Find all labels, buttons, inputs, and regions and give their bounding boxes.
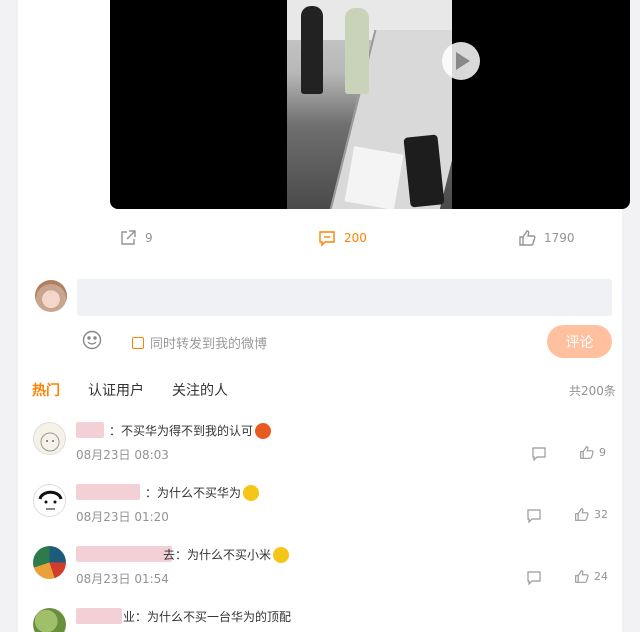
submit-comment-button[interactable]: 评论 — [547, 325, 612, 358]
avatar[interactable] — [33, 608, 66, 632]
thumbs-up-icon — [575, 570, 589, 583]
thumbs-up-icon — [575, 508, 589, 521]
tab-hot[interactable]: 热门 — [32, 380, 60, 400]
laughing-emoji-icon — [243, 484, 260, 501]
sketch-face-icon — [38, 490, 63, 510]
username-redacted[interactable] — [76, 546, 172, 562]
forward-checkbox[interactable] — [132, 336, 144, 349]
thumbs-up-icon — [519, 230, 536, 246]
like-count: 1790 — [544, 231, 575, 245]
comment-like-count: 24 — [594, 570, 608, 583]
username-redacted[interactable] — [76, 608, 122, 624]
comment-like-count: 32 — [594, 508, 608, 521]
forward-option[interactable]: 同时转发到我的微博 — [132, 333, 267, 352]
reply-icon[interactable] — [526, 570, 542, 586]
tab-following[interactable]: 关注的人 — [172, 380, 228, 400]
comment-total: 共200条 — [569, 384, 616, 398]
play-icon[interactable] — [442, 42, 480, 80]
comment-item: ：不买华为得不到我的认可 08月23日 08:03 9 — [33, 422, 613, 474]
comment-item: 业：为什么不买一台华为的顶配 — [33, 608, 613, 632]
comment-input[interactable] — [77, 279, 612, 316]
angry-emoji-icon — [255, 422, 272, 439]
comment-text: 业：为什么不买一台华为的顶配 — [123, 610, 292, 624]
share-count: 9 — [145, 231, 153, 245]
comment-tabs: 热门 认证用户 关注的人 — [32, 380, 256, 400]
post-card: 9 200 1790 — [18, 0, 630, 632]
comment-time: 08月23日 08:03 — [76, 448, 169, 462]
comment-time: 08月23日 01:20 — [76, 510, 169, 524]
comment-like-button[interactable]: 32 — [574, 507, 608, 522]
comment-text: ：不买华为得不到我的认可 — [109, 424, 254, 438]
cartoon-avatar-icon — [40, 432, 60, 452]
share-icon — [121, 230, 136, 245]
tab-verified-users[interactable]: 认证用户 — [88, 380, 144, 400]
reply-icon[interactable] — [531, 446, 547, 462]
forward-label: 同时转发到我的微博 — [150, 337, 268, 352]
video-frame — [287, 0, 452, 209]
laughing-emoji-icon — [273, 546, 290, 563]
comment-text: 去：为什么不买小米 — [163, 548, 272, 562]
avatar[interactable] — [33, 484, 66, 517]
comment-like-button[interactable]: 9 — [579, 445, 606, 460]
reply-icon[interactable] — [526, 508, 542, 524]
avatar[interactable] — [33, 546, 66, 579]
comment-text: ：为什么不买华为 — [145, 486, 242, 500]
avatar[interactable] — [33, 422, 66, 455]
comment-item: ：为什么不买华为 08月23日 01:20 32 — [33, 484, 613, 536]
username-redacted[interactable] — [76, 484, 140, 500]
comment-like-count: 9 — [599, 446, 606, 459]
comment-time: 08月23日 01:54 — [76, 572, 169, 586]
comment-icon — [319, 231, 335, 247]
comment-count: 200 — [344, 231, 367, 245]
share-button[interactable]: 9 — [119, 228, 153, 248]
smiley-icon[interactable] — [82, 330, 102, 350]
comment-item: 去：为什么不买小米 08月23日 01:54 24 — [33, 546, 613, 598]
comment-button[interactable]: 200 — [318, 228, 367, 248]
username-redacted[interactable] — [76, 422, 104, 438]
thumbs-up-icon — [580, 446, 594, 459]
current-user-avatar[interactable] — [35, 280, 67, 312]
like-button[interactable]: 1790 — [518, 228, 575, 248]
video-player[interactable] — [110, 0, 630, 209]
comment-like-button[interactable]: 24 — [574, 569, 608, 584]
